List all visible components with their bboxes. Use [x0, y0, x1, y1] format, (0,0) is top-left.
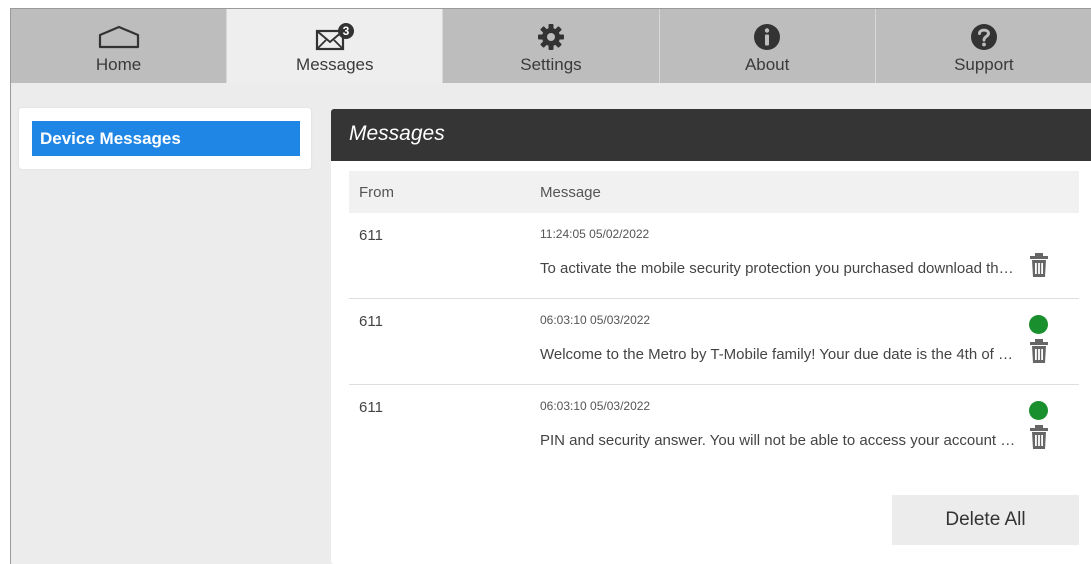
top-nav: Home 3 Messages Settings About Support — [11, 9, 1091, 83]
tab-support[interactable]: Support — [875, 9, 1091, 83]
unread-indicator — [1029, 315, 1048, 334]
tab-about-label: About — [744, 55, 790, 74]
message-sender: 611 — [359, 313, 383, 330]
envelope-icon: 3 — [312, 22, 358, 52]
info-icon — [752, 22, 782, 52]
tab-settings-label: Settings — [520, 55, 582, 74]
tab-settings[interactable]: Settings — [443, 9, 660, 83]
tab-about[interactable]: About — [659, 9, 876, 83]
app-frame: Home 3 Messages Settings About Support D… — [10, 8, 1091, 564]
trash-icon[interactable] — [1029, 338, 1049, 364]
message-timestamp: 11:24:05 05/02/2022 — [540, 227, 650, 241]
message-sender: 611 — [359, 227, 383, 244]
home-icon — [97, 22, 141, 52]
panel-title: Messages — [331, 109, 1091, 161]
tab-support-label: Support — [954, 55, 1014, 74]
column-message-header: Message — [540, 183, 601, 201]
messages-panel: Messages From Message 611 11:24:05 05/02… — [331, 109, 1091, 564]
message-timestamp: 06:03:10 05/03/2022 — [540, 313, 651, 327]
question-icon — [969, 22, 999, 52]
message-sender: 611 — [359, 399, 383, 416]
trash-icon[interactable] — [1029, 424, 1049, 450]
sidebar-item-device-messages[interactable]: Device Messages — [32, 121, 300, 156]
tab-home-label: Home — [95, 55, 142, 74]
message-preview[interactable]: PIN and security answer. You will not be… — [540, 432, 1020, 449]
message-preview[interactable]: To activate the mobile security protecti… — [540, 260, 1020, 277]
unread-indicator — [1029, 401, 1048, 420]
tab-messages[interactable]: 3 Messages — [227, 9, 444, 83]
tab-home[interactable]: Home — [11, 9, 228, 83]
table-row[interactable]: 611 06:03:10 05/03/2022 Welcome to the M… — [349, 299, 1079, 385]
delete-all-button[interactable]: Delete All — [892, 495, 1079, 545]
messages-table: From Message 611 11:24:05 05/02/2022 To … — [349, 171, 1079, 471]
message-timestamp: 06:03:10 05/03/2022 — [540, 399, 651, 413]
message-preview[interactable]: Welcome to the Metro by T-Mobile family!… — [540, 346, 1020, 363]
table-row[interactable]: 611 11:24:05 05/02/2022 To activate the … — [349, 213, 1079, 299]
messages-badge: 3 — [342, 24, 349, 38]
tab-messages-label: Messages — [296, 55, 374, 74]
trash-icon[interactable] — [1029, 252, 1049, 278]
table-header: From Message — [349, 171, 1079, 213]
gear-icon — [536, 22, 566, 52]
table-row[interactable]: 611 06:03:10 05/03/2022 PIN and security… — [349, 385, 1079, 471]
sidebar: Device Messages — [19, 108, 311, 169]
column-from-header: From — [359, 183, 394, 201]
